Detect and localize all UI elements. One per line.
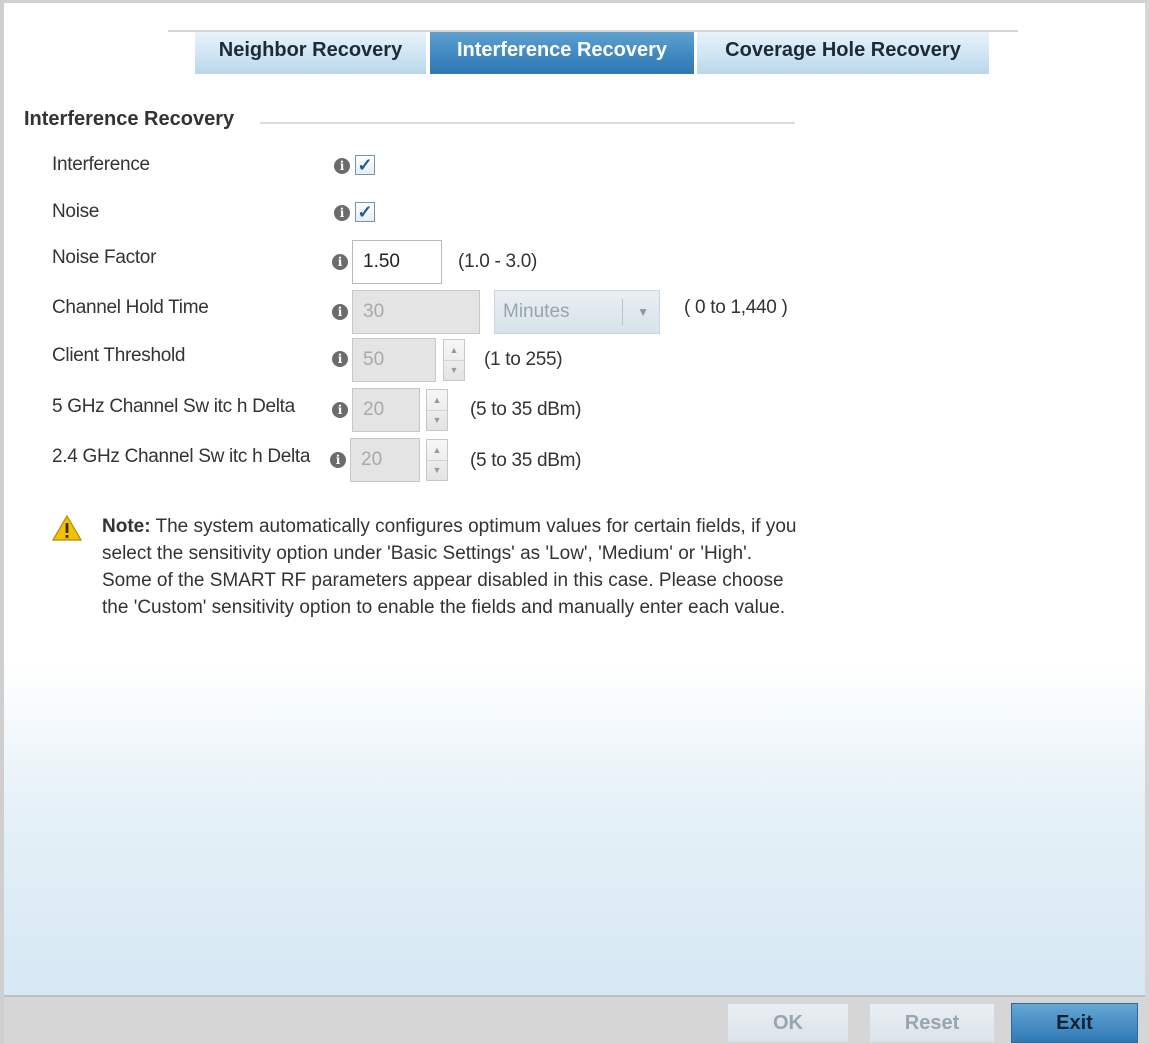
channel-hold-time-label: Channel Hold Time xyxy=(52,297,209,318)
noise-factor-label: Noise Factor xyxy=(52,247,157,268)
delta-5ghz-label: 5 GHz Channel Sw itc h Delta xyxy=(52,396,295,417)
stepper-down-icon[interactable]: ▼ xyxy=(444,360,464,380)
delta-24ghz-stepper[interactable]: ▲ ▼ xyxy=(426,439,448,481)
channel-hold-time-range: ( 0 to 1,440 ) xyxy=(684,297,788,318)
interference-label: Interference xyxy=(52,154,150,175)
info-icon[interactable]: i xyxy=(330,452,346,468)
info-icon[interactable]: i xyxy=(334,205,350,221)
noise-factor-input[interactable]: 1.50 xyxy=(352,240,442,284)
channel-hold-time-unit-select[interactable]: Minutes ▼ xyxy=(494,290,660,334)
tab-neighbor-recovery[interactable]: Neighbor Recovery xyxy=(195,32,427,74)
info-icon[interactable]: i xyxy=(334,158,350,174)
noise-checkbox[interactable]: ✓ xyxy=(355,202,375,222)
delta-24ghz-label: 2.4 GHz Channel Sw itc h Delta xyxy=(52,446,311,467)
info-icon[interactable]: i xyxy=(332,254,348,270)
checkmark-icon: ✓ xyxy=(357,202,373,222)
channel-hold-time-input[interactable]: 30 xyxy=(352,290,480,334)
chevron-down-icon: ▼ xyxy=(637,305,649,319)
warning-icon xyxy=(52,515,82,541)
client-threshold-input[interactable]: 50 xyxy=(352,338,436,382)
client-threshold-stepper[interactable]: ▲ ▼ xyxy=(443,339,465,381)
select-separator xyxy=(622,299,623,325)
checkmark-icon: ✓ xyxy=(357,155,373,175)
delta-5ghz-input[interactable]: 20 xyxy=(352,388,420,432)
stepper-up-icon[interactable]: ▲ xyxy=(444,340,464,361)
stepper-down-icon[interactable]: ▼ xyxy=(427,460,447,480)
stepper-down-icon[interactable]: ▼ xyxy=(427,410,447,430)
info-icon[interactable]: i xyxy=(332,304,348,320)
noise-label: Noise xyxy=(52,201,100,222)
ok-button[interactable]: OK xyxy=(727,1003,849,1043)
interference-checkbox[interactable]: ✓ xyxy=(355,155,375,175)
stepper-up-icon[interactable]: ▲ xyxy=(427,390,447,411)
client-threshold-label: Client Threshold xyxy=(52,345,186,366)
info-icon[interactable]: i xyxy=(332,402,348,418)
note-body: The system automatically configures opti… xyxy=(102,516,797,618)
delta-5ghz-range: (5 to 35 dBm) xyxy=(470,399,582,420)
delta-24ghz-input[interactable]: 20 xyxy=(350,438,420,482)
note-prefix: Note: xyxy=(102,516,151,537)
exit-button[interactable]: Exit xyxy=(1011,1003,1138,1043)
noise-factor-range: (1.0 - 3.0) xyxy=(458,251,538,272)
note-text: Note: The system automatically configure… xyxy=(102,513,802,621)
tab-interference-recovery[interactable]: Interference Recovery xyxy=(430,32,695,74)
client-threshold-range: (1 to 255) xyxy=(484,349,563,370)
unit-select-value: Minutes xyxy=(503,301,570,322)
tab-coverage-hole-recovery[interactable]: Coverage Hole Recovery xyxy=(697,32,990,74)
stepper-up-icon[interactable]: ▲ xyxy=(427,440,447,461)
delta-24ghz-range: (5 to 35 dBm) xyxy=(470,450,582,471)
section-title: Interference Recovery xyxy=(24,108,235,130)
delta-5ghz-stepper[interactable]: ▲ ▼ xyxy=(426,389,448,431)
info-icon[interactable]: i xyxy=(332,351,348,367)
reset-button[interactable]: Reset xyxy=(869,1003,995,1043)
section-divider xyxy=(260,122,795,124)
